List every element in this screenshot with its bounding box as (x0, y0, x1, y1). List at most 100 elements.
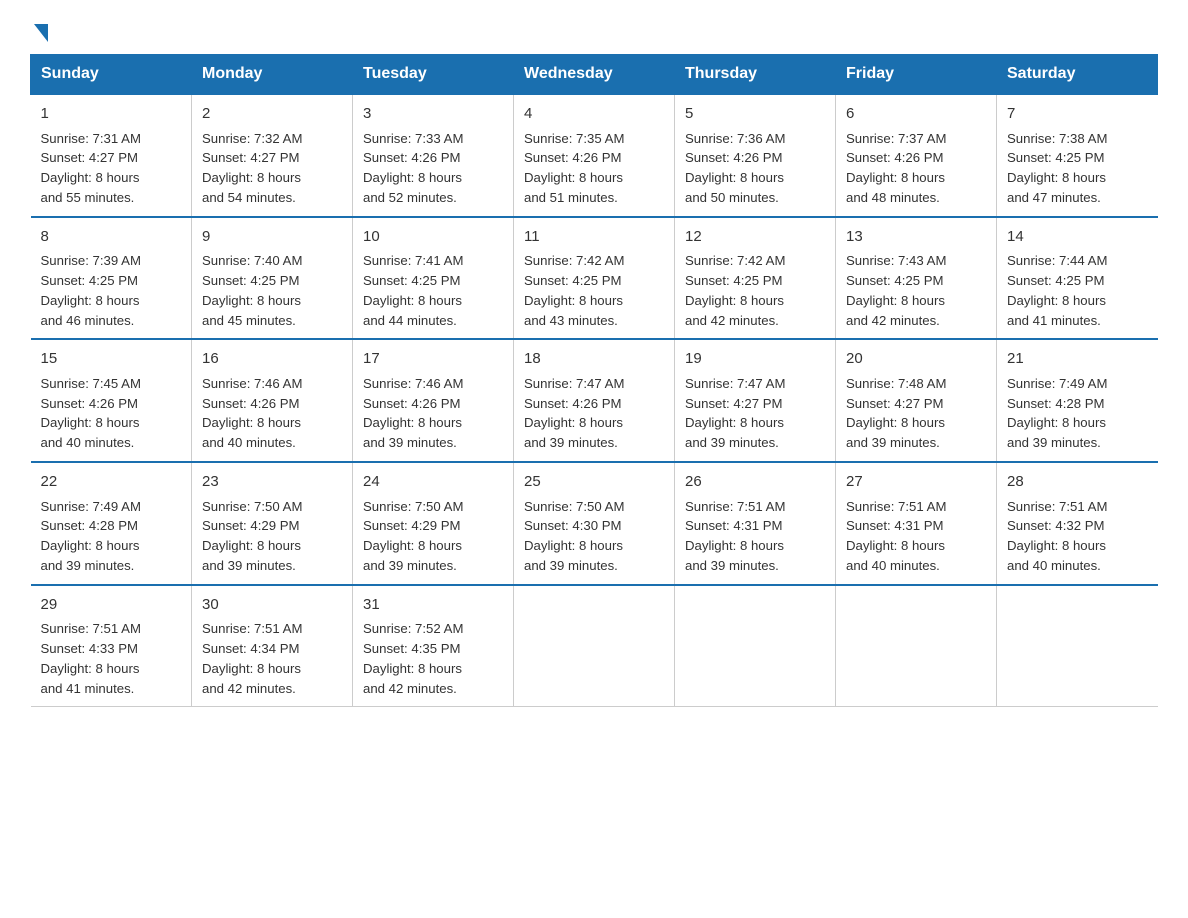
day-number: 10 (363, 226, 503, 249)
day-number: 25 (524, 471, 664, 494)
day-info: Sunrise: 7:51 AMSunset: 4:34 PMDaylight:… (202, 619, 342, 698)
calendar-table: SundayMondayTuesdayWednesdayThursdayFrid… (30, 54, 1158, 707)
calendar-cell: 14 Sunrise: 7:44 AMSunset: 4:25 PMDaylig… (997, 217, 1158, 340)
day-info: Sunrise: 7:46 AMSunset: 4:26 PMDaylight:… (363, 374, 503, 453)
calendar-cell: 27 Sunrise: 7:51 AMSunset: 4:31 PMDaylig… (836, 462, 997, 585)
day-info: Sunrise: 7:49 AMSunset: 4:28 PMDaylight:… (1007, 374, 1148, 453)
calendar-cell: 24 Sunrise: 7:50 AMSunset: 4:29 PMDaylig… (353, 462, 514, 585)
logo-general-text (30, 20, 48, 38)
calendar-cell (997, 585, 1158, 707)
day-number: 13 (846, 226, 986, 249)
day-number: 15 (41, 348, 182, 371)
calendar-cell (675, 585, 836, 707)
day-number: 2 (202, 103, 342, 126)
calendar-cell: 22 Sunrise: 7:49 AMSunset: 4:28 PMDaylig… (31, 462, 192, 585)
day-info: Sunrise: 7:51 AMSunset: 4:33 PMDaylight:… (41, 619, 182, 698)
day-info: Sunrise: 7:48 AMSunset: 4:27 PMDaylight:… (846, 374, 986, 453)
day-number: 18 (524, 348, 664, 371)
header-cell-sunday: Sunday (31, 55, 192, 95)
logo (30, 20, 48, 34)
day-number: 30 (202, 594, 342, 617)
day-info: Sunrise: 7:50 AMSunset: 4:29 PMDaylight:… (363, 497, 503, 576)
day-info: Sunrise: 7:46 AMSunset: 4:26 PMDaylight:… (202, 374, 342, 453)
day-info: Sunrise: 7:50 AMSunset: 4:29 PMDaylight:… (202, 497, 342, 576)
calendar-cell (514, 585, 675, 707)
header-cell-saturday: Saturday (997, 55, 1158, 95)
day-number: 17 (363, 348, 503, 371)
header-row: SundayMondayTuesdayWednesdayThursdayFrid… (31, 55, 1158, 95)
day-info: Sunrise: 7:44 AMSunset: 4:25 PMDaylight:… (1007, 251, 1148, 330)
day-number: 5 (685, 103, 825, 126)
day-number: 9 (202, 226, 342, 249)
day-number: 4 (524, 103, 664, 126)
calendar-cell: 13 Sunrise: 7:43 AMSunset: 4:25 PMDaylig… (836, 217, 997, 340)
day-info: Sunrise: 7:33 AMSunset: 4:26 PMDaylight:… (363, 129, 503, 208)
day-info: Sunrise: 7:32 AMSunset: 4:27 PMDaylight:… (202, 129, 342, 208)
calendar-cell: 20 Sunrise: 7:48 AMSunset: 4:27 PMDaylig… (836, 339, 997, 462)
calendar-cell: 16 Sunrise: 7:46 AMSunset: 4:26 PMDaylig… (192, 339, 353, 462)
calendar-cell: 10 Sunrise: 7:41 AMSunset: 4:25 PMDaylig… (353, 217, 514, 340)
calendar-cell: 21 Sunrise: 7:49 AMSunset: 4:28 PMDaylig… (997, 339, 1158, 462)
day-number: 3 (363, 103, 503, 126)
calendar-cell: 8 Sunrise: 7:39 AMSunset: 4:25 PMDayligh… (31, 217, 192, 340)
calendar-cell: 31 Sunrise: 7:52 AMSunset: 4:35 PMDaylig… (353, 585, 514, 707)
day-info: Sunrise: 7:39 AMSunset: 4:25 PMDaylight:… (41, 251, 182, 330)
week-row: 29 Sunrise: 7:51 AMSunset: 4:33 PMDaylig… (31, 585, 1158, 707)
day-number: 27 (846, 471, 986, 494)
day-number: 16 (202, 348, 342, 371)
calendar-cell: 17 Sunrise: 7:46 AMSunset: 4:26 PMDaylig… (353, 339, 514, 462)
day-info: Sunrise: 7:36 AMSunset: 4:26 PMDaylight:… (685, 129, 825, 208)
header-cell-tuesday: Tuesday (353, 55, 514, 95)
day-info: Sunrise: 7:42 AMSunset: 4:25 PMDaylight:… (524, 251, 664, 330)
calendar-cell: 9 Sunrise: 7:40 AMSunset: 4:25 PMDayligh… (192, 217, 353, 340)
calendar-cell: 25 Sunrise: 7:50 AMSunset: 4:30 PMDaylig… (514, 462, 675, 585)
day-info: Sunrise: 7:45 AMSunset: 4:26 PMDaylight:… (41, 374, 182, 453)
day-info: Sunrise: 7:40 AMSunset: 4:25 PMDaylight:… (202, 251, 342, 330)
day-info: Sunrise: 7:43 AMSunset: 4:25 PMDaylight:… (846, 251, 986, 330)
calendar-header: SundayMondayTuesdayWednesdayThursdayFrid… (31, 55, 1158, 95)
week-row: 22 Sunrise: 7:49 AMSunset: 4:28 PMDaylig… (31, 462, 1158, 585)
day-number: 21 (1007, 348, 1148, 371)
week-row: 8 Sunrise: 7:39 AMSunset: 4:25 PMDayligh… (31, 217, 1158, 340)
day-info: Sunrise: 7:51 AMSunset: 4:31 PMDaylight:… (846, 497, 986, 576)
day-number: 8 (41, 226, 182, 249)
day-number: 22 (41, 471, 182, 494)
day-number: 31 (363, 594, 503, 617)
day-info: Sunrise: 7:51 AMSunset: 4:32 PMDaylight:… (1007, 497, 1148, 576)
calendar-cell: 18 Sunrise: 7:47 AMSunset: 4:26 PMDaylig… (514, 339, 675, 462)
logo-arrow-icon (34, 24, 48, 42)
calendar-cell: 4 Sunrise: 7:35 AMSunset: 4:26 PMDayligh… (514, 94, 675, 217)
day-info: Sunrise: 7:35 AMSunset: 4:26 PMDaylight:… (524, 129, 664, 208)
day-number: 12 (685, 226, 825, 249)
calendar-cell: 23 Sunrise: 7:50 AMSunset: 4:29 PMDaylig… (192, 462, 353, 585)
day-number: 26 (685, 471, 825, 494)
header-cell-thursday: Thursday (675, 55, 836, 95)
day-number: 20 (846, 348, 986, 371)
calendar-cell: 30 Sunrise: 7:51 AMSunset: 4:34 PMDaylig… (192, 585, 353, 707)
week-row: 15 Sunrise: 7:45 AMSunset: 4:26 PMDaylig… (31, 339, 1158, 462)
calendar-body: 1 Sunrise: 7:31 AMSunset: 4:27 PMDayligh… (31, 94, 1158, 707)
page-header (30, 20, 1158, 34)
calendar-cell: 12 Sunrise: 7:42 AMSunset: 4:25 PMDaylig… (675, 217, 836, 340)
day-info: Sunrise: 7:50 AMSunset: 4:30 PMDaylight:… (524, 497, 664, 576)
calendar-cell: 29 Sunrise: 7:51 AMSunset: 4:33 PMDaylig… (31, 585, 192, 707)
calendar-cell: 6 Sunrise: 7:37 AMSunset: 4:26 PMDayligh… (836, 94, 997, 217)
day-info: Sunrise: 7:49 AMSunset: 4:28 PMDaylight:… (41, 497, 182, 576)
calendar-cell: 19 Sunrise: 7:47 AMSunset: 4:27 PMDaylig… (675, 339, 836, 462)
day-number: 6 (846, 103, 986, 126)
header-cell-friday: Friday (836, 55, 997, 95)
header-cell-wednesday: Wednesday (514, 55, 675, 95)
day-number: 23 (202, 471, 342, 494)
day-info: Sunrise: 7:42 AMSunset: 4:25 PMDaylight:… (685, 251, 825, 330)
day-number: 19 (685, 348, 825, 371)
calendar-cell: 3 Sunrise: 7:33 AMSunset: 4:26 PMDayligh… (353, 94, 514, 217)
day-info: Sunrise: 7:51 AMSunset: 4:31 PMDaylight:… (685, 497, 825, 576)
day-info: Sunrise: 7:37 AMSunset: 4:26 PMDaylight:… (846, 129, 986, 208)
calendar-cell: 28 Sunrise: 7:51 AMSunset: 4:32 PMDaylig… (997, 462, 1158, 585)
calendar-cell: 15 Sunrise: 7:45 AMSunset: 4:26 PMDaylig… (31, 339, 192, 462)
header-cell-monday: Monday (192, 55, 353, 95)
day-number: 14 (1007, 226, 1148, 249)
calendar-cell: 7 Sunrise: 7:38 AMSunset: 4:25 PMDayligh… (997, 94, 1158, 217)
calendar-cell (836, 585, 997, 707)
day-number: 28 (1007, 471, 1148, 494)
